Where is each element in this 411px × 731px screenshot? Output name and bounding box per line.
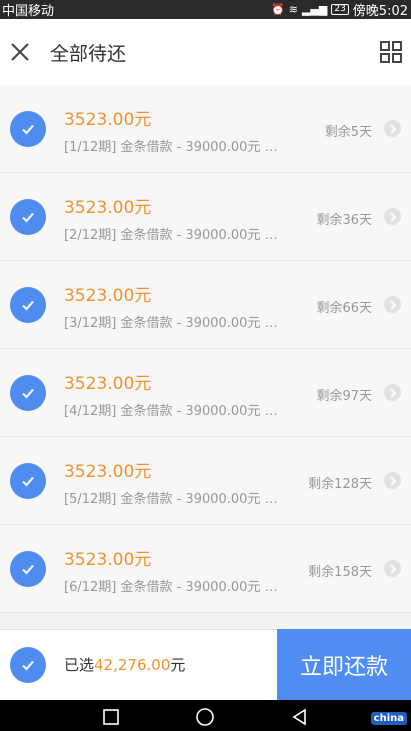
installment-amount: 3523.00元 — [64, 110, 152, 130]
home-button[interactable] — [195, 707, 215, 727]
watermark-logo: china — [370, 712, 407, 725]
checkmark-icon — [22, 564, 34, 575]
installment-list: 3523.00元 [1/12期] 金条借款 - 39000.00元 … 剩余5天… — [0, 85, 411, 613]
installment-description: [3/12期] 金条借款 - 39000.00元 … — [64, 316, 278, 331]
installment-amount: 3523.00元 — [64, 550, 152, 570]
wifi-icon: ≋ — [288, 3, 298, 16]
checkmark-icon — [22, 660, 34, 671]
days-remaining: 剩余36天 — [316, 213, 372, 228]
installment-row[interactable]: 3523.00元 [2/12期] 金条借款 - 39000.00元 … 剩余36… — [0, 173, 411, 261]
back-button[interactable] — [290, 707, 310, 727]
grid-icon — [380, 41, 402, 63]
pay-now-button[interactable]: 立即还款 — [277, 629, 411, 700]
square-icon — [103, 709, 119, 725]
installment-row[interactable]: 3523.00元 [6/12期] 金条借款 - 39000.00元 … 剩余15… — [0, 525, 411, 613]
row-checkbox[interactable] — [10, 111, 46, 147]
days-remaining: 剩余97天 — [316, 389, 372, 404]
circle-icon — [196, 708, 214, 726]
system-nav-bar — [0, 700, 411, 731]
row-checkbox[interactable] — [10, 551, 46, 587]
recent-apps-button[interactable] — [101, 707, 121, 727]
grid-menu-button[interactable] — [379, 40, 403, 64]
installment-description: [4/12期] 金条借款 - 39000.00元 … — [64, 404, 278, 419]
signal-icon: ▂▄▆ — [301, 3, 328, 16]
select-all-checkbox[interactable] — [10, 647, 46, 683]
selected-amount: 42,276.00 — [94, 656, 171, 674]
installment-amount: 3523.00元 — [64, 198, 152, 218]
page-title: 全部待还 — [50, 42, 127, 65]
days-remaining: 剩余128天 — [308, 477, 372, 492]
row-checkbox[interactable] — [10, 287, 46, 323]
installment-description: [6/12期] 金条借款 - 39000.00元 … — [64, 580, 278, 595]
chevron-right-icon[interactable] — [384, 296, 401, 313]
installment-row[interactable]: 3523.00元 [5/12期] 金条借款 - 39000.00元 … 剩余12… — [0, 437, 411, 525]
checkmark-icon — [22, 300, 34, 311]
carrier-name: 中国移动 — [2, 4, 55, 19]
checkmark-icon — [22, 124, 34, 135]
installment-row[interactable]: 3523.00元 [3/12期] 金条借款 - 39000.00元 … 剩余66… — [0, 261, 411, 349]
days-remaining: 剩余5天 — [324, 125, 372, 140]
page-header: 全部待还 — [0, 19, 411, 85]
installment-row[interactable]: 3523.00元 [4/12期] 金条借款 - 39000.00元 … 剩余97… — [0, 349, 411, 437]
close-button[interactable] — [6, 38, 34, 66]
clock-time: 傍晚5:02 — [352, 4, 408, 19]
chevron-right-icon[interactable] — [384, 472, 401, 489]
selected-label: 已选 — [64, 656, 95, 674]
checkmark-icon — [22, 212, 34, 223]
battery-level: 23 — [331, 4, 349, 15]
installment-amount: 3523.00元 — [64, 462, 152, 482]
chevron-right-icon[interactable] — [384, 560, 401, 577]
days-remaining: 剩余158天 — [308, 565, 372, 580]
row-checkbox[interactable] — [10, 199, 46, 235]
row-checkbox[interactable] — [10, 463, 46, 499]
chevron-right-icon[interactable] — [384, 384, 401, 401]
row-checkbox[interactable] — [10, 375, 46, 411]
chevron-right-icon[interactable] — [384, 208, 401, 225]
close-icon — [11, 43, 29, 61]
back-triangle-icon — [292, 708, 306, 726]
checkmark-icon — [22, 388, 34, 399]
payment-footer: 已选42,276.00元 立即还款 — [0, 629, 411, 700]
installment-description: [2/12期] 金条借款 - 39000.00元 … — [64, 228, 278, 243]
days-remaining: 剩余66天 — [316, 301, 372, 316]
selected-total: 已选42,276.00元 — [64, 654, 185, 675]
installment-amount: 3523.00元 — [64, 286, 152, 306]
currency-unit: 元 — [170, 656, 186, 674]
installment-description: [1/12期] 金条借款 - 39000.00元 … — [64, 140, 278, 155]
chevron-right-icon[interactable] — [384, 120, 401, 137]
installment-amount: 3523.00元 — [64, 374, 152, 394]
alarm-icon: ⏰ — [271, 3, 285, 16]
status-bar: 中国移动 ⏰ ≋ ▂▄▆ 23 傍晚5:02 — [0, 0, 411, 19]
status-icons: ⏰ ≋ ▂▄▆ 23 傍晚5:02 — [271, 0, 408, 19]
installment-row[interactable]: 3523.00元 [1/12期] 金条借款 - 39000.00元 … 剩余5天 — [0, 85, 411, 173]
checkmark-icon — [22, 476, 34, 487]
installment-description: [5/12期] 金条借款 - 39000.00元 … — [64, 492, 278, 507]
